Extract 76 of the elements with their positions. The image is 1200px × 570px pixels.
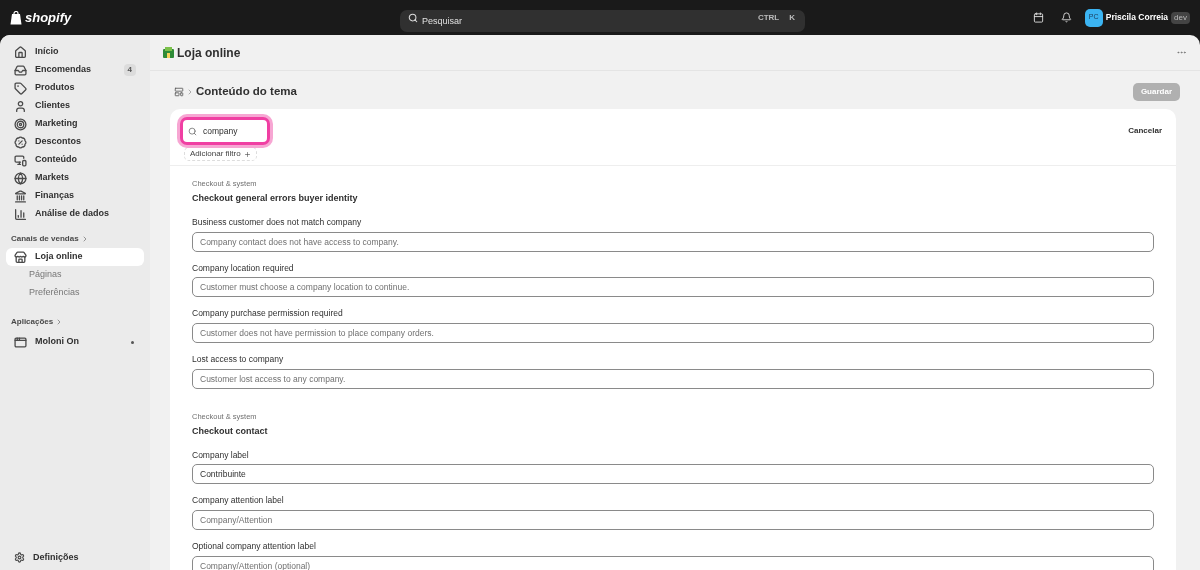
sidebar-subitem[interactable]: Preferências <box>6 284 144 302</box>
settings-icon <box>14 551 25 563</box>
dev-badge: dev <box>1171 11 1190 24</box>
user-name: Priscila Correia <box>1105 11 1169 24</box>
breadcrumb-title: Conteúdo do tema <box>196 84 297 100</box>
sidebar-label: Análise de dados <box>35 207 111 221</box>
sidebar-label: Início <box>35 45 60 59</box>
sidebar-item[interactable]: Marketing <box>6 115 144 133</box>
percent-badge-icon <box>14 135 27 149</box>
text-field[interactable]: Company/Attention <box>192 510 1154 530</box>
field-label: Company purchase permission required <box>192 307 344 320</box>
sidebar-label: Moloni On <box>35 335 80 349</box>
add-filter-button[interactable]: Adicionar filtro <box>184 147 257 161</box>
sidebar-item[interactable]: Descontos <box>6 133 144 151</box>
sidebar-item[interactable]: Conteúdo <box>6 151 144 169</box>
sidebar-item[interactable]: Início <box>6 43 144 61</box>
target-icon <box>14 117 27 131</box>
app-icon <box>14 335 27 349</box>
sidebar-label: Conteúdo <box>35 153 78 167</box>
text-field[interactable]: Company/Attention (optional) <box>192 555 1154 570</box>
field-label: Company attention label <box>192 494 285 507</box>
monitor-icon <box>14 153 27 167</box>
home-icon <box>14 45 27 59</box>
person-icon <box>14 99 27 113</box>
logo-text: shopify <box>25 8 72 27</box>
field-label: Business customer does not match company <box>192 215 363 229</box>
sidebar-label: Encomendas <box>35 63 93 77</box>
sidebar-label: Produtos <box>35 81 76 95</box>
sidebar-label: Clientes <box>35 99 71 113</box>
sidebar-item[interactable]: Markets <box>6 169 144 187</box>
field-label: Company location required <box>192 261 295 275</box>
sidebar-item[interactable]: Análise de dados <box>6 205 144 223</box>
sidebar-item[interactable]: Produtos <box>6 79 144 97</box>
section-title: Checkout general errors buyer identity <box>192 192 359 206</box>
sidebar-label: Finanças <box>35 189 75 203</box>
sidebar-item[interactable]: Finanças <box>6 187 144 205</box>
sidebar-label: Loja online <box>35 250 84 264</box>
text-field[interactable]: Contribuinte <box>192 464 1154 485</box>
text-field[interactable]: Company contact does not have access to company. <box>192 231 1154 252</box>
field-label: Optional company attention label <box>192 540 317 553</box>
shortcut-key: CTRL <box>757 11 780 24</box>
sidebar-item[interactable]: Encomendas 4 <box>6 61 144 79</box>
search-icon <box>408 12 418 23</box>
count-badge: 4 <box>123 64 136 76</box>
sidebar-label: Descontos <box>35 135 82 149</box>
text-field[interactable]: Customer does not have permission to place company orders. <box>192 323 1154 343</box>
text-field[interactable]: Customer lost access to any company. <box>192 368 1154 389</box>
notification-bell-icon[interactable] <box>1060 12 1072 23</box>
inbox-icon <box>14 63 27 77</box>
search-icon <box>188 127 197 136</box>
section-heading[interactable]: Aplicações <box>11 316 54 328</box>
globe-icon <box>14 171 27 185</box>
settings-link[interactable]: Definições <box>33 550 79 564</box>
sidebar-item[interactable]: Clientes <box>6 97 144 115</box>
filter-search-field[interactable]: company <box>180 117 270 145</box>
sidebar-subitem[interactable]: Páginas <box>6 266 144 284</box>
page-title: Loja online <box>177 44 241 62</box>
section-heading[interactable]: Canais de vendas <box>11 233 79 245</box>
sidebar-label: Marketing <box>35 117 79 131</box>
plus-icon <box>243 150 251 158</box>
shortcut-key: K <box>789 11 795 24</box>
tag-icon <box>14 81 27 95</box>
shopping-bag-logo-icon <box>10 10 22 25</box>
bar-chart-icon <box>14 207 27 221</box>
field-label: Company label <box>192 448 250 462</box>
cancel-link[interactable]: Cancelar <box>1128 125 1162 137</box>
sidebar-item[interactable]: Moloni On <box>6 333 131 351</box>
field-label: Lost access to company <box>192 353 285 366</box>
store-logo-icon <box>163 47 174 58</box>
sidebar-item[interactable]: Loja online <box>6 248 144 266</box>
bank-icon <box>14 189 27 203</box>
sidebar-label: Markets <box>35 171 71 185</box>
layout-icon[interactable] <box>174 87 184 97</box>
breadcrumb-chevron-icon <box>186 88 194 96</box>
text-field[interactable]: Customer must choose a company location to continue. <box>192 277 1154 298</box>
section-title: Checkout contact <box>192 425 269 438</box>
